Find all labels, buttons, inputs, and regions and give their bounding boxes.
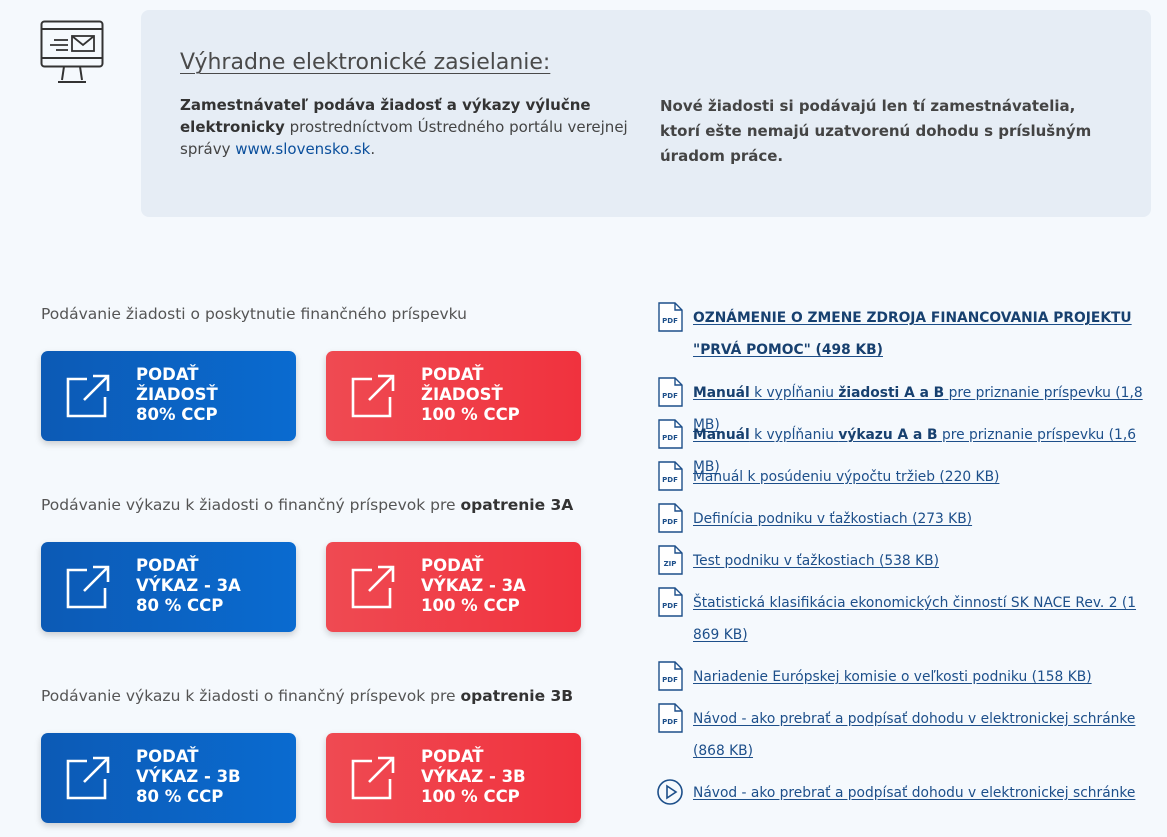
document-link[interactable]: Štatistická klasifikácia ekonomických či… <box>693 587 1148 651</box>
button-label: PODAŤ VÝKAZ - 3B 100 % CCP <box>421 747 526 806</box>
info-title: Výhradne elektronické zasielanie: <box>180 50 551 75</box>
slovensko-link[interactable]: www.slovensko.sk <box>235 140 370 158</box>
info-description-end: . <box>370 140 376 158</box>
document-link[interactable]: Návod - ako prebrať a podpísať dohodu v … <box>693 777 1148 809</box>
external-link-icon <box>66 565 110 609</box>
submit-application-100-button[interactable]: PODAŤ ŽIADOSŤ 100 % CCP <box>326 351 581 441</box>
document-link[interactable]: Nariadenie Európskej komisie o veľkosti … <box>693 661 1148 693</box>
document-link[interactable]: Definícia podniku v ťažkostiach (273 KB) <box>693 503 1148 535</box>
external-link-icon <box>351 565 395 609</box>
pdf-icon: PDF <box>656 703 684 733</box>
zip-icon: ZIP <box>656 545 684 575</box>
document-link[interactable]: Návod - ako prebrať a podpísať dohodu v … <box>693 703 1148 767</box>
external-link-icon <box>351 374 395 418</box>
pdf-icon: PDF <box>656 461 684 491</box>
section-label-bold: opatrenie 3B <box>460 687 574 705</box>
pdf-icon: PDF <box>656 661 684 691</box>
button-label: PODAŤ VÝKAZ - 3A 100 % CCP <box>421 556 526 615</box>
svg-text:PDF: PDF <box>662 718 678 726</box>
play-icon <box>656 777 684 807</box>
pdf-icon: PDF <box>656 419 684 449</box>
svg-text:PDF: PDF <box>662 317 678 325</box>
svg-text:PDF: PDF <box>662 518 678 526</box>
info-note: Nové žiadosti si podávajú len tí zamestn… <box>660 97 1092 165</box>
svg-text:PDF: PDF <box>662 392 678 400</box>
submit-report-3a-80-button[interactable]: PODAŤ VÝKAZ - 3A 80 % CCP <box>41 542 296 632</box>
section-label-text: Podávanie výkazu k žiadosti o finančný p… <box>41 496 461 514</box>
button-label: PODAŤ ŽIADOSŤ 100 % CCP <box>421 365 520 424</box>
submit-application-80-button[interactable]: PODAŤ ŽIADOSŤ 80% CCP <box>41 351 296 441</box>
external-link-icon <box>66 374 110 418</box>
pdf-icon: PDF <box>656 587 684 617</box>
button-label: PODAŤ VÝKAZ - 3A 80 % CCP <box>136 556 241 615</box>
document-link[interactable]: OZNÁMENIE O ZMENE ZDROJA FINANCOVANIA PR… <box>693 302 1148 366</box>
section-label-ziadost: Podávanie žiadosti o poskytnutie finančn… <box>41 305 467 323</box>
svg-text:PDF: PDF <box>662 676 678 684</box>
info-box: Výhradne elektronické zasielanie: Zamest… <box>141 10 1151 217</box>
pdf-icon: PDF <box>656 503 684 533</box>
section-label-text: Podávanie výkazu k žiadosti o finančný p… <box>41 687 461 705</box>
document-link[interactable]: Test podniku v ťažkostiach (538 KB) <box>693 545 1148 577</box>
submit-report-3b-80-button[interactable]: PODAŤ VÝKAZ - 3B 80 % CCP <box>41 733 296 823</box>
section-label-vykaz-3a: Podávanie výkazu k žiadosti o finančný p… <box>41 496 573 514</box>
svg-text:PDF: PDF <box>662 476 678 484</box>
button-label: PODAŤ ŽIADOSŤ 80% CCP <box>136 365 218 424</box>
document-link[interactable]: Manuál k posúdeniu výpočtu tržieb (220 K… <box>693 461 1148 493</box>
monitor-email-icon <box>40 20 104 83</box>
info-description: Zamestnávateľ podáva žiadosť a výkazy vý… <box>180 94 630 160</box>
external-link-icon <box>351 756 395 800</box>
external-link-icon <box>66 756 110 800</box>
section-label-vykaz-3b: Podávanie výkazu k žiadosti o finančný p… <box>41 687 573 705</box>
button-label: PODAŤ VÝKAZ - 3B 80 % CCP <box>136 747 241 806</box>
svg-text:PDF: PDF <box>662 602 678 610</box>
svg-text:ZIP: ZIP <box>664 560 677 568</box>
pdf-icon: PDF <box>656 302 684 332</box>
section-label-bold: opatrenie 3A <box>460 496 574 514</box>
pdf-icon: PDF <box>656 377 684 407</box>
submit-report-3a-100-button[interactable]: PODAŤ VÝKAZ - 3A 100 % CCP <box>326 542 581 632</box>
section-label-text: Podávanie žiadosti o poskytnutie finančn… <box>41 305 467 323</box>
submit-report-3b-100-button[interactable]: PODAŤ VÝKAZ - 3B 100 % CCP <box>326 733 581 823</box>
svg-text:PDF: PDF <box>662 434 678 442</box>
